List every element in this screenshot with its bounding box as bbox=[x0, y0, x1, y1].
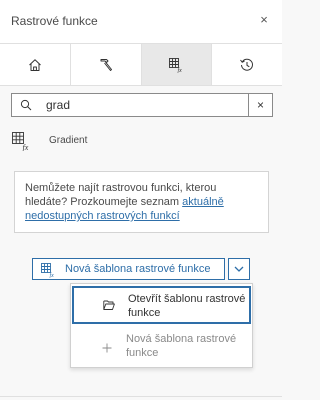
plus-icon bbox=[102, 343, 112, 353]
raster-function-icon: fx bbox=[169, 57, 183, 73]
template-options-button[interactable] bbox=[228, 258, 250, 280]
clear-search-icon[interactable]: × bbox=[248, 94, 272, 116]
tab-bar: fx bbox=[0, 44, 282, 86]
new-template-button-label: Nová šablona rastrové funkce bbox=[65, 263, 211, 275]
menu-item-label: Nová šablona rastrové funkce bbox=[126, 333, 237, 359]
svg-text:fx: fx bbox=[50, 272, 55, 278]
list-item-label: Gradient bbox=[49, 135, 88, 146]
panel-header: Rastrové funkce × bbox=[0, 0, 282, 44]
tab-tools[interactable] bbox=[71, 44, 142, 85]
list-item[interactable]: fx Gradient bbox=[0, 128, 282, 154]
folder-open-icon bbox=[103, 300, 115, 310]
panel-title: Rastrové funkce bbox=[11, 14, 98, 28]
raster-function-icon: fx bbox=[12, 132, 29, 151]
menu-item-label: Otevřít šablonu rastrové funkce bbox=[128, 293, 246, 319]
chevron-down-icon bbox=[234, 266, 244, 272]
search-box: × bbox=[11, 93, 273, 117]
hammer-icon bbox=[100, 58, 112, 71]
new-template-menu-item[interactable]: Nová šablona rastrové funkce bbox=[71, 329, 252, 365]
unavailable-functions-notice: Nemůžete najít rastrovou funkci, kterou … bbox=[14, 171, 269, 233]
raster-function-icon: fx bbox=[41, 263, 55, 278]
close-icon[interactable]: × bbox=[256, 12, 272, 28]
svg-text:fx: fx bbox=[23, 143, 29, 151]
bottom-divider bbox=[0, 396, 282, 397]
new-template-button[interactable]: fx Nová šablona rastrové funkce bbox=[32, 258, 225, 280]
tab-home[interactable] bbox=[0, 44, 71, 85]
template-dropdown-menu: Otevřít šablonu rastrové funkce Nová šab… bbox=[70, 283, 253, 368]
tab-raster-functions[interactable]: fx bbox=[141, 44, 213, 85]
search-input[interactable] bbox=[46, 96, 236, 114]
search-icon bbox=[20, 99, 32, 111]
home-icon bbox=[29, 58, 41, 71]
tab-history[interactable] bbox=[212, 44, 282, 85]
history-icon bbox=[240, 58, 254, 71]
svg-text:fx: fx bbox=[178, 67, 183, 73]
open-template-menu-item[interactable]: Otevřít šablonu rastrové funkce bbox=[72, 286, 251, 324]
